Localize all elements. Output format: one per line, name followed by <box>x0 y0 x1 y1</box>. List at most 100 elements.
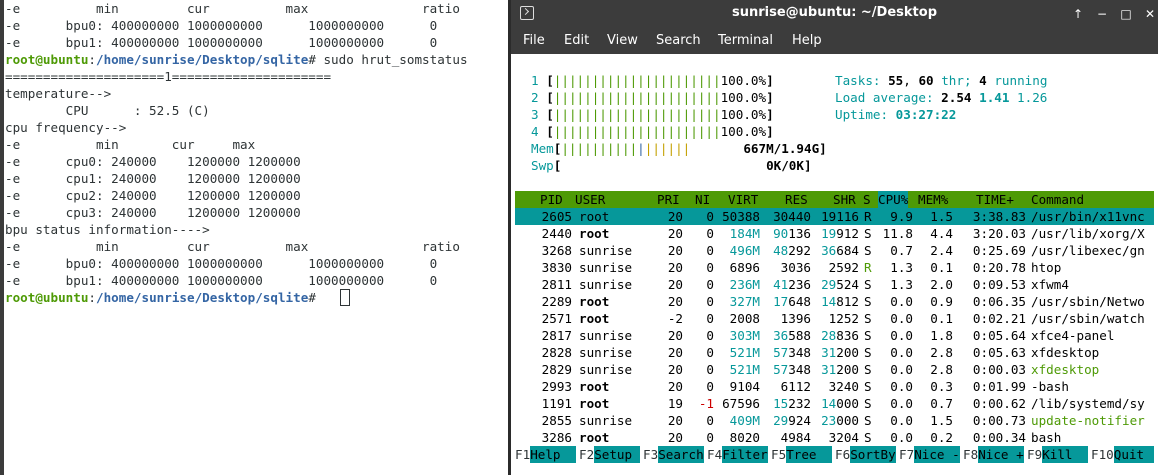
cell-ni: 0 <box>706 226 714 241</box>
cell-cmd: /usr/sbin/watch <box>1031 311 1145 326</box>
fkey-f4: F4 <box>707 447 723 462</box>
cell-pid: 2440 <box>541 226 572 241</box>
process-row[interactable]: 2605 root 20 0 50388 30440 19116 R 9.9 1.5 3:38.83… <box>515 208 1158 225</box>
cell-cmd: xfwm4 <box>1031 277 1069 292</box>
cell-res-high: 15 <box>773 396 789 411</box>
fkey-f5: F5 <box>771 447 787 462</box>
col-command[interactable]: Command <box>1031 191 1084 208</box>
col-res[interactable]: RES <box>785 191 808 208</box>
col-user[interactable]: USER <box>575 191 605 208</box>
mem-pad <box>690 141 743 156</box>
menu-terminal[interactable]: Terminal <box>718 33 773 48</box>
fkey-label-f4[interactable]: Filter <box>722 446 768 463</box>
col-mem[interactable]: MEM% <box>918 191 948 208</box>
menu-file[interactable]: File <box>523 33 545 48</box>
cell-pid: 2829 <box>541 362 572 377</box>
cell-ni: 0 <box>706 294 714 309</box>
cell-mem: 0.9 <box>930 294 953 309</box>
tasks-line: Tasks: 55, 60 thr; 4 running <box>835 73 1048 88</box>
process-row[interactable]: 2855 sunrise 20 0 409M 29924 23000 S 0.0 1.5 0:00.… <box>515 412 1158 429</box>
cell-user: root <box>579 430 610 445</box>
process-row[interactable]: 2440 root 20 0 184M 90136 19912 S 11.8 4.4 3:20.03… <box>515 225 1158 242</box>
bracket-open: [ <box>546 107 554 122</box>
fkey-label-f6[interactable]: SortBy <box>850 446 896 463</box>
terminal-line: CPU : 52.5 (C) <box>5 102 210 119</box>
cell-time: 0:20.78 <box>972 260 1026 275</box>
process-row[interactable]: 1191 root 19 -1 67596 15232 14000 S 0.0 0.7 0:00.6… <box>515 395 1158 412</box>
minimize-button[interactable]: − <box>1092 4 1112 24</box>
close-button[interactable]: ✕ <box>1140 4 1158 24</box>
terminal-text: -e cpu3: 240000 1200000 1200000 <box>5 205 301 220</box>
bracket-close: ] <box>766 107 774 122</box>
cell-shr-low: 000 <box>836 396 859 411</box>
fkey-label-f8[interactable]: Nice + <box>978 446 1024 463</box>
col-ni[interactable]: NI <box>695 191 710 208</box>
scrollbar[interactable] <box>1154 54 1158 475</box>
cell-s: S <box>864 362 872 377</box>
terminal-window[interactable]: sunrise@ubuntu: ~/Desktop ↑ − □ ✕ File E… <box>511 0 1158 475</box>
cell-pid: 2571 <box>541 311 572 326</box>
process-table-header[interactable]: PID USER PRI NI VIRT RES SHR S CPU% MEM%… <box>515 191 1158 208</box>
cell-time: 0:05.63 <box>972 345 1026 360</box>
left-border <box>0 0 4 475</box>
terminal-line: -e bpu1: 400000000 1000000000 1000000000… <box>5 34 437 51</box>
title-bar[interactable]: sunrise@ubuntu: ~/Desktop ↑ − □ ✕ <box>511 0 1158 28</box>
process-row[interactable]: 3286 root 20 0 8020 4984 3204 S 0.0 0.2 0:00.34 bas… <box>515 429 1158 446</box>
process-row[interactable]: 2817 sunrise 20 0 303M 36588 28836 S 0.0 1.8 0:05.… <box>515 327 1158 344</box>
fkey-label-f9[interactable]: Kill <box>1042 446 1088 463</box>
bracket-close: ] <box>766 124 774 139</box>
col-state[interactable]: S <box>863 191 871 208</box>
process-row[interactable]: 3268 sunrise 20 0 496M 48292 36684 S 0.7 2.4 0:25.… <box>515 242 1158 259</box>
cell-s: S <box>864 277 872 292</box>
fkey-label-f7[interactable]: Nice - <box>914 446 960 463</box>
cell-virt: 409M <box>729 413 760 428</box>
cell-cpu: 0.0 <box>890 379 913 394</box>
menu-edit[interactable]: Edit <box>564 33 589 48</box>
col-virt[interactable]: VIRT <box>728 191 758 208</box>
cell-shr-high: 31 <box>821 362 837 377</box>
cell-cmd: update-notifier <box>1031 413 1145 428</box>
htop-screen[interactable]: 1 [||||||||||||||||||||||100.0%] 2 [|||||… <box>511 54 1158 475</box>
maximize-button[interactable]: □ <box>1116 4 1136 24</box>
cell-mem: 1.8 <box>930 328 953 343</box>
process-row[interactable]: 2571 root -2 0 2008 1396 1252 S 0.0 0.1 0:02.21/us… <box>515 310 1158 327</box>
col-cpu[interactable]: CPU% <box>878 191 909 208</box>
left-terminal[interactable]: -e min cur max ratio -e bpu0: 400000000 1… <box>0 0 511 475</box>
cell-res-high: 36 <box>773 328 789 343</box>
cell-s: R <box>864 260 872 275</box>
cell-cmd: /lib/systemd/sy <box>1031 396 1145 411</box>
process-row[interactable]: 2289 root 20 0 327M 17648 14812 S 0.0 0.9 0:06.35 /… <box>515 293 1158 310</box>
terminal-text: -e cpu0: 240000 1200000 1200000 <box>5 154 301 169</box>
fkey-label-f1[interactable]: Help <box>530 446 576 463</box>
cell-mem: 2.8 <box>930 362 953 377</box>
cell-virt: 521M <box>729 362 760 377</box>
fkey-label-f3[interactable]: Search <box>658 446 704 463</box>
process-row[interactable]: 3830 sunrise 20 0 6896 3036 2592 R 1.3 0.1 0:20.78… <box>515 259 1158 276</box>
swp-value: 0K/0K <box>766 158 804 173</box>
cell-virt: 236M <box>729 277 760 292</box>
mem-bar-used: |||||||||| <box>561 141 638 156</box>
arrow-up-icon[interactable]: ↑ <box>1068 4 1088 24</box>
process-row[interactable]: 2829 sunrise 20 0 521M 57348 31200 S 0.0 2.8 0:00.… <box>515 361 1158 378</box>
menu-view[interactable]: View <box>607 33 638 48</box>
menu-help[interactable]: Help <box>792 33 822 48</box>
fkey-f3: F3 <box>643 447 659 462</box>
col-pid[interactable]: PID <box>540 191 563 208</box>
col-pri[interactable]: PRI <box>657 191 680 208</box>
fkey-f1: F1 <box>515 447 531 462</box>
cell-shr: 29524 <box>821 276 859 293</box>
process-row[interactable]: 2828 sunrise 20 0 521M 57348 31200 S 0.0 2.8 0:05.… <box>515 344 1158 361</box>
cell-shr-low: 000 <box>836 413 859 428</box>
cpu-bar: |||||||||||||||||||||| <box>553 124 721 139</box>
cell-shr: 3204 <box>828 430 859 445</box>
fkey-label-f5[interactable]: Tree <box>786 446 832 463</box>
cell-pri: 20 <box>667 345 683 360</box>
col-shr[interactable]: SHR <box>833 191 856 208</box>
process-row[interactable]: 2811 sunrise 20 0 236M 41236 29524 S 1.3 2.0 0:09.… <box>515 276 1158 293</box>
menu-search[interactable]: Search <box>656 33 701 48</box>
cell-shr-high: 28 <box>821 328 837 343</box>
process-row[interactable]: 2993 root 20 0 9104 6112 3240 S 0.0 0.3 0:01.99 -ba… <box>515 378 1158 395</box>
col-time[interactable]: TIME+ <box>976 191 1014 208</box>
fkey-label-f10[interactable]: Quit <box>1113 446 1158 463</box>
fkey-label-f2[interactable]: Setup <box>594 446 640 463</box>
